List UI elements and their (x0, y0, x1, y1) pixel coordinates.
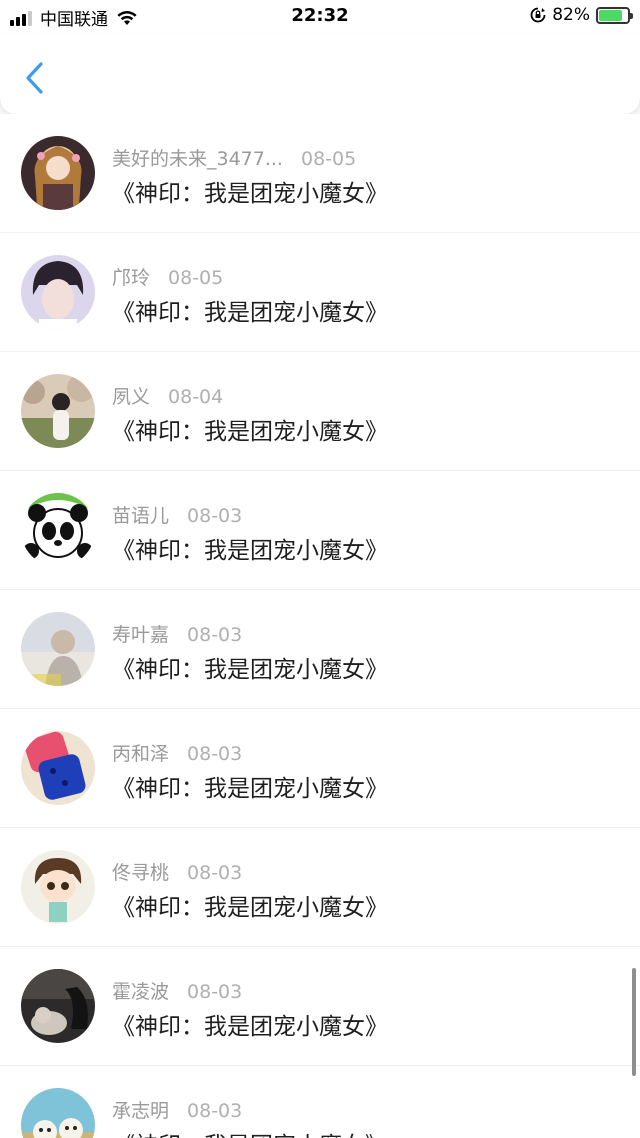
faded-portrait-avatar[interactable] (21, 612, 95, 686)
signal-bars-icon (10, 10, 32, 26)
boy-portrait-avatar[interactable] (21, 255, 95, 329)
book-title: 《神印：我是团宠小魔女》 (112, 776, 388, 802)
date-label: 08-05 (300, 148, 357, 170)
list-item[interactable]: 霍凌波 08-03 《神印：我是团宠小魔女》 (0, 947, 640, 1066)
date-label: 08-03 (187, 505, 243, 527)
chevron-left-icon (26, 62, 43, 94)
cartoon-boy-avatar[interactable] (21, 850, 95, 924)
cartoon-cats-avatar[interactable] (21, 1088, 95, 1138)
anime-girl-avatar[interactable] (21, 136, 95, 210)
list-item[interactable]: 美好的未来_3477... 08-05 《神印：我是团宠小魔女》 (0, 114, 640, 233)
list-item[interactable]: 佟寻桃 08-03 《神印：我是团宠小魔女》 (0, 828, 640, 947)
book-title: 《神印：我是团宠小魔女》 (112, 300, 388, 326)
status-bar: 中国联通 22:32 82% (0, 0, 640, 34)
book-title: 《神印：我是团宠小魔女》 (112, 1014, 388, 1040)
date-label: 08-03 (187, 624, 243, 646)
user-name: 佟寻桃 (112, 862, 170, 884)
book-title: 《神印：我是团宠小魔女》 (112, 538, 388, 564)
panda-avatar[interactable] (21, 493, 95, 567)
user-name: 邝玲 (112, 267, 151, 289)
date-label: 08-05 (168, 267, 224, 289)
user-name: 寿叶嘉 (112, 624, 170, 646)
wifi-icon (117, 10, 137, 25)
date-label: 08-04 (168, 386, 224, 408)
dark-cat-avatar[interactable] (21, 969, 95, 1043)
list-item[interactable]: 寿叶嘉 08-03 《神印：我是团宠小魔女》 (0, 590, 640, 709)
battery-charging-icon (596, 6, 633, 24)
date-label: 08-03 (187, 862, 243, 884)
nav-header (0, 34, 640, 114)
scrollbar[interactable] (632, 968, 636, 1076)
battery-percent: 82% (552, 5, 590, 25)
user-name: 美好的未来_3477... (112, 148, 283, 170)
user-name: 霍凌波 (112, 981, 170, 1003)
date-label: 08-03 (187, 743, 243, 765)
list-item[interactable]: 承志明 08-03 《神印：我是团宠小魔女》 (0, 1066, 640, 1138)
user-name: 丙和泽 (112, 743, 170, 765)
user-name: 苗语儿 (112, 505, 170, 527)
list-item[interactable]: 邝玲 08-05 《神印：我是团宠小魔女》 (0, 233, 640, 352)
date-label: 08-03 (187, 1100, 243, 1122)
date-label: 08-03 (187, 981, 243, 1003)
girl-outdoor-avatar[interactable] (21, 374, 95, 448)
user-name: 夙义 (112, 386, 151, 408)
book-title: 《神印：我是团宠小魔女》 (112, 181, 388, 207)
book-title: 《神印：我是团宠小魔女》 (112, 895, 388, 921)
rotation-lock-icon (530, 7, 546, 23)
user-name: 承志明 (112, 1100, 170, 1122)
list-item[interactable]: 夙义 08-04 《神印：我是团宠小魔女》 (0, 352, 640, 471)
book-title: 《神印：我是团宠小魔女》 (112, 1126, 388, 1138)
gift-list: 美好的未来_3477... 08-05 《神印：我是团宠小魔女》 邝玲 08-05 … (0, 114, 640, 1138)
book-title: 《神印：我是团宠小魔女》 (112, 657, 388, 683)
list-item[interactable]: 苗语儿 08-03 《神印：我是团宠小魔女》 (0, 471, 640, 590)
book-title: 《神印：我是团宠小魔女》 (112, 419, 388, 445)
carrier-label: 中国联通 (40, 10, 108, 30)
phone-case-avatar[interactable] (21, 731, 95, 805)
back-button[interactable] (18, 56, 52, 100)
list-item[interactable]: 丙和泽 08-03 《神印：我是团宠小魔女》 (0, 709, 640, 828)
